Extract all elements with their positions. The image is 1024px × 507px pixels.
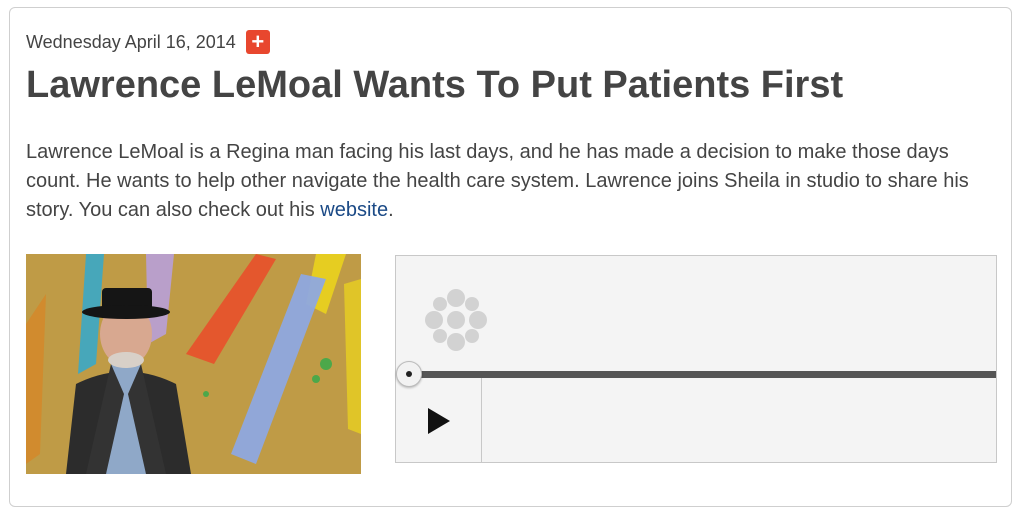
play-icon [427, 407, 450, 434]
controls-divider [481, 378, 482, 463]
article-summary: Lawrence LeMoal is a Regina man facing h… [26, 138, 996, 225]
website-link[interactable]: website [320, 199, 388, 221]
dateline: Wednesday April 16, 2014 + [26, 30, 270, 54]
progress-track[interactable] [406, 371, 996, 378]
portrait-image [26, 254, 361, 474]
summary-end: . [388, 199, 394, 221]
article-date: Wednesday April 16, 2014 [26, 31, 236, 52]
play-button[interactable] [396, 378, 481, 463]
article-photo [26, 254, 361, 474]
article-title: Lawrence LeMoal Wants To Put Patients Fi… [26, 64, 844, 106]
article-card: Wednesday April 16, 2014 + Lawrence LeMo… [9, 7, 1012, 507]
cbc-gem-icon [425, 289, 487, 351]
plus-icon[interactable]: + [245, 30, 270, 54]
audio-player [395, 255, 997, 463]
summary-text: Lawrence LeMoal is a Regina man facing h… [26, 141, 969, 221]
